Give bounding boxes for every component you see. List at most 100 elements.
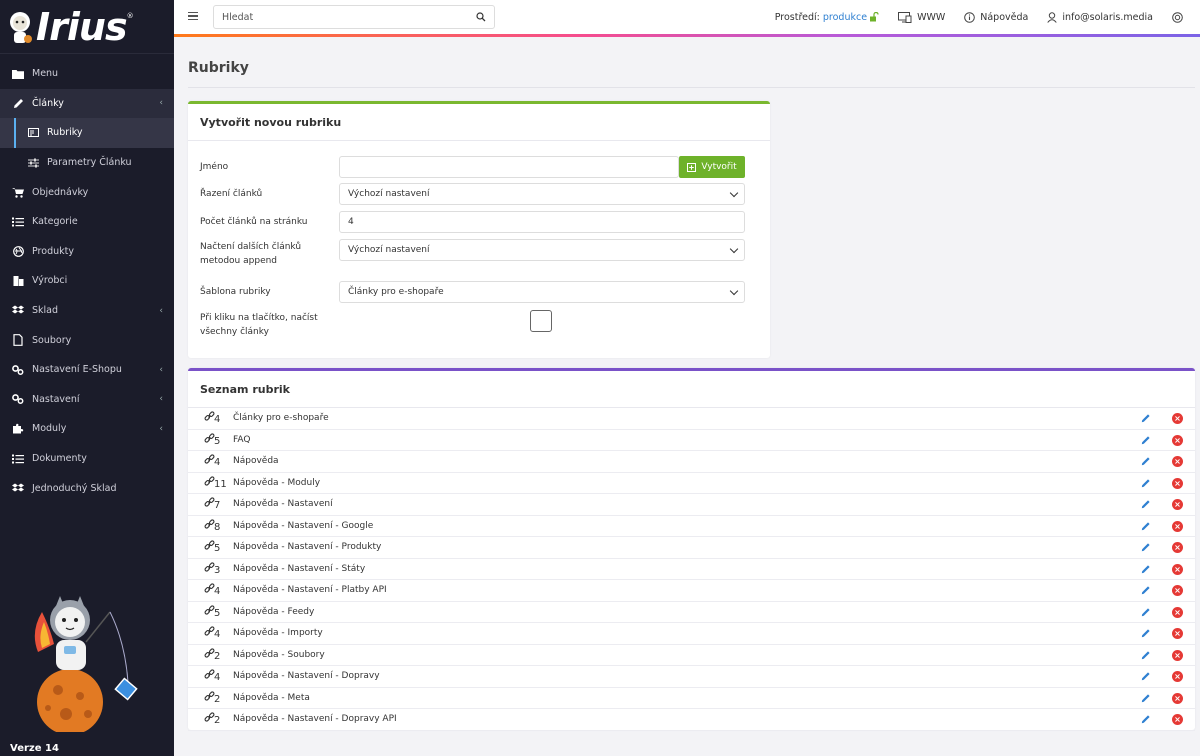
delete-icon[interactable]: × xyxy=(1172,671,1183,682)
edit-pencil-icon[interactable] xyxy=(1141,435,1151,445)
delete-icon[interactable]: × xyxy=(1172,413,1183,424)
link-icon[interactable]: 2 xyxy=(204,712,220,726)
link-icon[interactable]: 8 xyxy=(204,518,220,533)
sidebar-item-dokumenty[interactable]: Dokumenty xyxy=(0,444,174,474)
link-icon[interactable]: 5 xyxy=(204,432,221,447)
delete-icon[interactable]: × xyxy=(1172,542,1183,553)
link-icon[interactable]: 4 xyxy=(204,626,220,640)
sidebar-item-sklad[interactable]: Sklad ‹ xyxy=(0,296,174,326)
delete-icon[interactable]: × xyxy=(1172,456,1183,467)
sidebar-item-nastavení-e-shopu[interactable]: Nastavení E-Shopu ‹ xyxy=(0,355,174,385)
link-icon[interactable]: 5 xyxy=(204,604,220,619)
logo[interactable]: Irius ® xyxy=(0,0,174,54)
link-icon[interactable]: 4 xyxy=(204,583,220,597)
template-row: Šablona rubriky Články pro e-shopaře xyxy=(200,281,745,303)
edit-pencil-icon[interactable] xyxy=(1141,671,1151,681)
sidebar-item-produkty[interactable]: Produkty xyxy=(0,237,174,267)
edit-pencil-icon[interactable] xyxy=(1141,650,1151,660)
environment-value[interactable]: produkce xyxy=(823,12,867,23)
append-row: Načtení dalších článků metodou append Vý… xyxy=(200,239,745,269)
link-icon[interactable]: 2 xyxy=(204,690,221,705)
sidebar-item-nastavení[interactable]: Nastavení ‹ xyxy=(0,385,174,415)
delete-icon[interactable]: × xyxy=(1172,434,1183,446)
edit-pencil-icon[interactable] xyxy=(1141,585,1151,595)
article-count: 2 xyxy=(214,693,221,705)
sidebar-item-jednoduchý-sklad[interactable]: Jednoduchý Sklad xyxy=(0,473,174,503)
edit-pencil-icon[interactable] xyxy=(1141,413,1151,423)
table-row: 2 Nápověda - Nastavení - Dopravy API × xyxy=(188,709,1195,731)
delete-icon[interactable]: × xyxy=(1172,585,1183,596)
table-row: 4 Nápověda - Importy × xyxy=(188,623,1195,645)
plus-square-icon xyxy=(687,162,697,172)
load-all-checkbox[interactable] xyxy=(530,310,552,332)
edit-pencil-icon[interactable] xyxy=(1141,499,1151,509)
sidebar-item-label: Rubriky xyxy=(47,127,83,139)
environment-indicator[interactable]: Prostředí: produkce xyxy=(775,12,879,23)
edit-pencil-icon[interactable] xyxy=(1141,628,1151,638)
sidebar-item-rubriky[interactable]: Rubriky xyxy=(0,118,174,148)
link-icon[interactable]: 3 xyxy=(204,561,220,576)
link-icon[interactable]: 5 xyxy=(204,540,220,554)
help-label: Nápověda xyxy=(980,11,1029,23)
link-icon[interactable]: 4 xyxy=(204,454,220,468)
sidebar-item-objednávky[interactable]: Objednávky xyxy=(0,177,174,207)
delete-icon[interactable]: × xyxy=(1172,477,1183,489)
search-input[interactable] xyxy=(214,6,464,28)
article-count: 5 xyxy=(214,435,221,447)
edit-pencil-icon[interactable] xyxy=(1141,456,1151,466)
delete-icon[interactable]: × xyxy=(1172,714,1183,725)
table-row: 2 Nápověda - Soubory × xyxy=(188,645,1195,666)
help-link[interactable]: Nápověda xyxy=(964,12,1028,23)
delete-icon[interactable]: × xyxy=(1172,649,1183,661)
create-rubric-form: Vytvořit novou rubriku Jméno Vytvořit Řa… xyxy=(188,101,770,358)
sidebar-item-články[interactable]: Články ‹ xyxy=(0,88,174,119)
info-icon xyxy=(964,11,976,23)
edit-pencil-icon[interactable] xyxy=(1141,714,1151,724)
divider xyxy=(188,87,1195,88)
cart-icon xyxy=(11,186,25,198)
power-button[interactable] xyxy=(1172,11,1188,23)
edit-pencil-icon[interactable] xyxy=(1141,542,1151,552)
sidebar-item-menu[interactable]: Menu xyxy=(0,59,174,89)
www-link[interactable]: WWW xyxy=(898,11,945,23)
name-input[interactable] xyxy=(339,156,679,178)
create-button[interactable]: Vytvořit xyxy=(679,156,745,178)
sidebar-nav: Menu Články ‹ Rubriky Parametry Článku Objedn… xyxy=(0,59,174,503)
table-row: 4 Články pro e-shopaře × xyxy=(188,408,1195,430)
edit-pencil-icon[interactable] xyxy=(1141,478,1151,488)
sidebar-item-label: Jednoduchý Sklad xyxy=(32,482,117,494)
sort-select[interactable]: Výchozí nastavení xyxy=(339,183,745,205)
search-icon[interactable] xyxy=(476,12,486,22)
delete-icon[interactable]: × xyxy=(1172,563,1183,575)
sidebar-item-soubory[interactable]: Soubory xyxy=(0,325,174,355)
link-icon[interactable]: 11 xyxy=(204,475,227,490)
delete-icon[interactable]: × xyxy=(1172,520,1183,532)
sidebar-item-moduly[interactable]: Moduly ‹ xyxy=(0,414,174,444)
edit-pencil-icon[interactable] xyxy=(1141,607,1151,617)
link-icon[interactable]: 7 xyxy=(204,497,220,511)
sidebar-item-parametry-článku[interactable]: Parametry Článku xyxy=(0,148,174,178)
chevron-left-icon: ‹ xyxy=(159,305,163,316)
table-row: 3 Nápověda - Nastavení - Státy × xyxy=(188,559,1195,580)
edit-pencil-icon[interactable] xyxy=(1141,693,1151,703)
load-all-row: Při kliku na tlačítko, načíst všechny čl… xyxy=(200,310,745,340)
registered-mark: ® xyxy=(126,12,134,20)
user-menu[interactable]: info@solaris.media xyxy=(1047,12,1153,23)
hamburger-menu-icon[interactable] xyxy=(188,12,198,22)
link-icon[interactable]: 4 xyxy=(204,411,220,425)
sidebar-item-výrobci[interactable]: Výrobci xyxy=(0,266,174,296)
delete-icon[interactable]: × xyxy=(1172,628,1183,639)
delete-icon[interactable]: × xyxy=(1172,606,1183,618)
edit-pencil-icon[interactable] xyxy=(1141,521,1151,531)
sidebar-item-kategorie[interactable]: Kategorie xyxy=(0,207,174,237)
delete-icon[interactable]: × xyxy=(1172,692,1183,704)
link-icon[interactable]: 2 xyxy=(204,647,220,662)
append-select[interactable]: Výchozí nastavení xyxy=(339,239,745,261)
link-icon[interactable]: 4 xyxy=(204,669,220,683)
per-page-input[interactable]: 4 xyxy=(339,211,745,233)
template-select[interactable]: Články pro e-shopaře xyxy=(339,281,745,303)
topbar: Prostředí: produkce WWW Nápověda info@so… xyxy=(174,0,1200,34)
edit-pencil-icon[interactable] xyxy=(1141,564,1151,574)
cogs-icon xyxy=(11,364,25,376)
delete-icon[interactable]: × xyxy=(1172,499,1183,510)
